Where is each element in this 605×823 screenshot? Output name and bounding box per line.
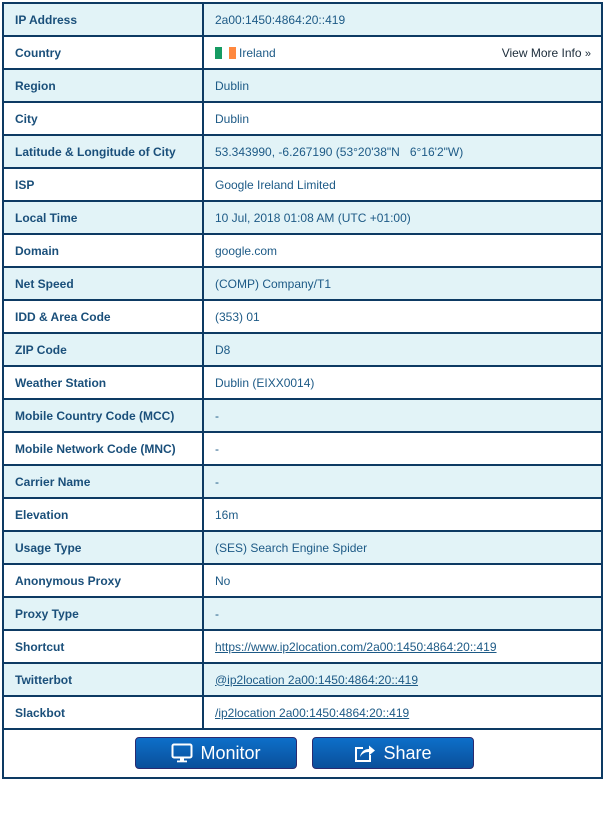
row-label: IP Address [2,2,204,37]
row-label: Slackbot [2,695,204,730]
table-row: Mobile Country Code (MCC) - [2,398,603,433]
table-row: Usage Type (SES) Search Engine Spider [2,530,603,565]
row-value: google.com [202,233,603,268]
row-label: Net Speed [2,266,204,301]
row-value: - [202,464,603,499]
row-value: (SES) Search Engine Spider [202,530,603,565]
table-row: Weather Station Dublin (EIXX0014) [2,365,603,400]
table-row: Domain google.com [2,233,603,268]
share-button[interactable]: Share [312,737,474,769]
view-more-info-link[interactable]: View More Info » [502,46,591,60]
row-label: City [2,101,204,136]
row-label: Shortcut [2,629,204,664]
row-value: Ireland View More Info » [202,35,603,70]
row-value: Dublin (EIXX0014) [202,365,603,400]
table-row: City Dublin [2,101,603,136]
ip-info-table: IP Address 2a00:1450:4864:20::419 Countr… [2,2,603,730]
row-label: Latitude & Longitude of City [2,134,204,169]
table-row: Shortcut https://www.ip2location.com/2a0… [2,629,603,664]
row-value: Dublin [202,68,603,103]
row-label: Domain [2,233,204,268]
row-label: Proxy Type [2,596,204,631]
row-label: Region [2,68,204,103]
table-row: Proxy Type - [2,596,603,631]
row-label: ZIP Code [2,332,204,367]
row-label: Mobile Network Code (MNC) [2,431,204,466]
table-row: Slackbot /ip2location 2a00:1450:4864:20:… [2,695,603,730]
row-value: https://www.ip2location.com/2a00:1450:48… [202,629,603,664]
row-value: @ip2location 2a00:1450:4864:20::419 [202,662,603,697]
monitor-icon [171,743,193,763]
ireland-flag-icon [215,46,236,59]
row-value: - [202,398,603,433]
row-label: Twitterbot [2,662,204,697]
table-row: Net Speed (COMP) Company/T1 [2,266,603,301]
table-row: Latitude & Longitude of City 53.343990, … [2,134,603,169]
row-value: /ip2location 2a00:1450:4864:20::419 [202,695,603,730]
share-icon [355,745,376,762]
row-value: Dublin [202,101,603,136]
shortcut-link[interactable]: https://www.ip2location.com/2a00:1450:48… [215,640,497,654]
row-label: Local Time [2,200,204,235]
row-label: Country [2,35,204,70]
row-value: (COMP) Company/T1 [202,266,603,301]
action-bar: Monitor Share [2,730,603,779]
row-value: Google Ireland Limited [202,167,603,202]
row-label: ISP [2,167,204,202]
table-row: ISP Google Ireland Limited [2,167,603,202]
row-label: Anonymous Proxy [2,563,204,598]
row-value: No [202,563,603,598]
row-value: - [202,431,603,466]
table-row: Local Time 10 Jul, 2018 01:08 AM (UTC +0… [2,200,603,235]
row-value: D8 [202,332,603,367]
table-row: IP Address 2a00:1450:4864:20::419 [2,2,603,37]
row-value: 53.343990, -6.267190 (53°20'38"N 6°16'2"… [202,134,603,169]
country-name: Ireland [239,45,276,60]
row-value: (353) 01 [202,299,603,334]
row-label: Elevation [2,497,204,532]
table-row: Country Ireland View More Info » [2,35,603,70]
table-row: Carrier Name - [2,464,603,499]
chevron-right-icon: » [584,47,591,60]
twitterbot-link[interactable]: @ip2location 2a00:1450:4864:20::419 [215,673,418,687]
monitor-button-label: Monitor [200,742,261,763]
table-row: IDD & Area Code (353) 01 [2,299,603,334]
share-button-label: Share [383,742,432,763]
monitor-button[interactable]: Monitor [135,737,297,769]
row-label: Usage Type [2,530,204,565]
table-row: ZIP Code D8 [2,332,603,367]
row-value: 2a00:1450:4864:20::419 [202,2,603,37]
ip-info-panel: IP Address 2a00:1450:4864:20::419 Countr… [2,2,603,779]
row-value: - [202,596,603,631]
table-row: Anonymous Proxy No [2,563,603,598]
row-label: Weather Station [2,365,204,400]
table-row: Twitterbot @ip2location 2a00:1450:4864:2… [2,662,603,697]
table-row: Elevation 16m [2,497,603,532]
row-label: Carrier Name [2,464,204,499]
row-label: Mobile Country Code (MCC) [2,398,204,433]
row-value: 16m [202,497,603,532]
slackbot-link[interactable]: /ip2location 2a00:1450:4864:20::419 [215,706,409,720]
row-label: IDD & Area Code [2,299,204,334]
table-row: Region Dublin [2,68,603,103]
view-more-info-label: View More Info [501,45,582,60]
table-row: Mobile Network Code (MNC) - [2,431,603,466]
row-value: 10 Jul, 2018 01:08 AM (UTC +01:00) [202,200,603,235]
